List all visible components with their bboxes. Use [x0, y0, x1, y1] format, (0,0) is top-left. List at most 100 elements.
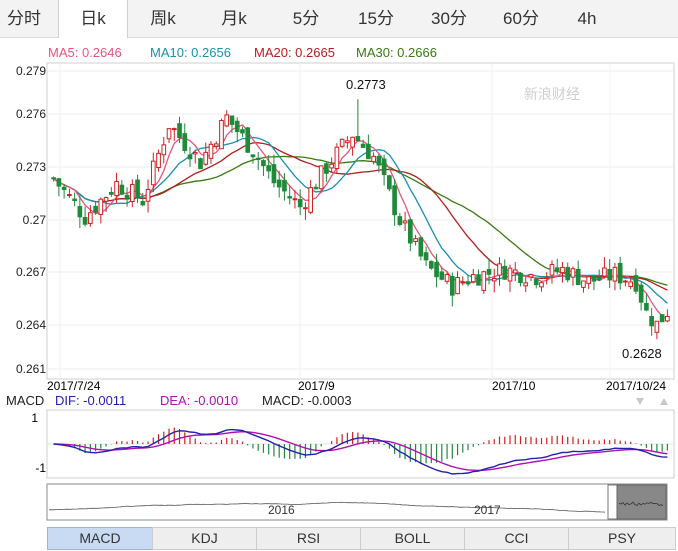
- tab-kdj[interactable]: KDJ: [152, 527, 257, 550]
- price-plot-area[interactable]: 0.2790.2760.2730.270.2670.2640.261 新浪财经 …: [16, 62, 675, 380]
- candle-body: [108, 191, 114, 195]
- candle-body: [297, 199, 303, 208]
- candle-body: [219, 120, 224, 150]
- candle-body: [67, 194, 72, 197]
- candle-body: [470, 274, 476, 283]
- navigator-selected-window[interactable]: [616, 484, 667, 520]
- candle-body: [166, 128, 172, 140]
- candle-body: [266, 165, 272, 172]
- candle-body: [581, 280, 586, 288]
- candle-body: [633, 275, 639, 292]
- candle-body: [61, 186, 67, 191]
- candle-body: [339, 138, 345, 147]
- candle-body: [82, 217, 88, 225]
- candle-body: [617, 262, 623, 284]
- ma20-legend: MA20: 0.2665: [254, 45, 335, 60]
- macd-axis-tick: 1: [31, 411, 38, 425]
- tab-monthly-k[interactable]: 月k: [203, 0, 265, 37]
- candle-body: [392, 185, 397, 216]
- candle-body: [523, 282, 529, 287]
- candle-body: [318, 165, 324, 190]
- candle-body: [345, 140, 350, 144]
- candle-body: [612, 266, 618, 282]
- candle-body: [366, 143, 371, 160]
- candle-body: [250, 154, 256, 158]
- range-navigator[interactable]: 2016 2017: [46, 483, 668, 521]
- tab-intraday[interactable]: 分时: [0, 0, 48, 37]
- date-tick: 2017/10: [492, 379, 536, 393]
- candle-body: [334, 146, 340, 170]
- navigator-frame: [46, 483, 668, 521]
- candle-body: [444, 274, 450, 282]
- tab-psy[interactable]: PSY: [568, 527, 676, 550]
- candle-body: [397, 216, 403, 225]
- candle-body: [213, 143, 219, 147]
- candle-body: [313, 186, 319, 190]
- candle-body: [114, 181, 119, 197]
- candle-body: [198, 158, 203, 170]
- candle-body: [371, 155, 376, 163]
- period-tab-bar: 分时 日k 周k 月k 5分 15分 30分 60分 4h: [0, 0, 678, 38]
- panel-arrows[interactable]: [636, 398, 668, 405]
- tab-15min[interactable]: 15分: [345, 0, 407, 37]
- tab-weekly-k[interactable]: 周k: [133, 0, 193, 37]
- date-tick: 2017/9: [298, 379, 335, 393]
- tab-4h[interactable]: 4h: [562, 0, 612, 37]
- candle-body: [329, 163, 334, 169]
- candle-body: [224, 114, 230, 127]
- candle-body: [271, 164, 277, 184]
- candle-body: [512, 269, 518, 274]
- date-axis: 2017/7/24 2017/9 2017/10 2017/10/24: [47, 379, 666, 393]
- candle-body: [649, 316, 654, 327]
- candle-body: [539, 282, 544, 288]
- tab-macd[interactable]: MACD: [47, 527, 153, 550]
- tab-boll[interactable]: BOLL: [360, 527, 465, 550]
- tab-30min[interactable]: 30分: [418, 0, 480, 37]
- arrow-down-icon[interactable]: [636, 398, 644, 405]
- candle-body: [570, 268, 576, 278]
- candle-body: [355, 136, 361, 142]
- macd-plot-area[interactable]: 1 -1: [31, 409, 675, 479]
- candle-body: [628, 281, 633, 287]
- candle-body: [638, 284, 644, 303]
- candle-body: [623, 280, 628, 283]
- candle-body: [659, 314, 665, 323]
- candle-body: [481, 271, 487, 291]
- low-price-label: 0.2628: [622, 346, 662, 361]
- candle-body: [644, 303, 649, 311]
- candle-body: [507, 267, 513, 282]
- date-tick: 2017/7/24: [47, 379, 101, 393]
- price-tick: 0.264: [16, 318, 46, 332]
- candle-body: [596, 277, 602, 281]
- candle-body: [229, 115, 235, 125]
- ma10-legend: MA10: 0.2656: [150, 45, 231, 60]
- candle-body: [607, 269, 613, 281]
- candle-body: [234, 120, 240, 133]
- ma30-legend: MA30: 0.2666: [356, 45, 437, 60]
- navigator-left-handle[interactable]: [607, 484, 618, 520]
- tab-5min[interactable]: 5分: [277, 0, 335, 37]
- ma5-legend: MA5: 0.2646: [48, 45, 122, 60]
- price-tick: 0.27: [23, 213, 47, 227]
- kline-chart[interactable]: MA5: 0.2646 MA10: 0.2656 MA20: 0.2665 MA…: [0, 38, 678, 526]
- tab-cci[interactable]: CCI: [464, 527, 569, 550]
- tab-rsi[interactable]: RSI: [256, 527, 361, 550]
- indicator-tab-bar: MACD KDJ RSI BOLL CCI PSY: [47, 527, 676, 550]
- candle-body: [287, 196, 293, 199]
- candle-body: [654, 320, 660, 333]
- tab-60min[interactable]: 60分: [490, 0, 552, 37]
- candle-body: [350, 136, 355, 148]
- candle-body: [402, 220, 408, 224]
- candle-body: [407, 219, 413, 244]
- candle-body: [72, 198, 77, 202]
- navigator-year-label: 2016: [268, 503, 295, 517]
- candle-body: [533, 278, 539, 286]
- arrow-up-icon[interactable]: [660, 398, 668, 405]
- candle-body: [171, 128, 177, 131]
- price-tick: 0.267: [16, 265, 46, 279]
- tab-daily-k[interactable]: 日k: [58, 0, 128, 38]
- candle-body: [465, 281, 471, 285]
- navigator-year-label: 2017: [474, 503, 501, 517]
- candle-body: [261, 160, 266, 167]
- candle-body: [93, 205, 98, 213]
